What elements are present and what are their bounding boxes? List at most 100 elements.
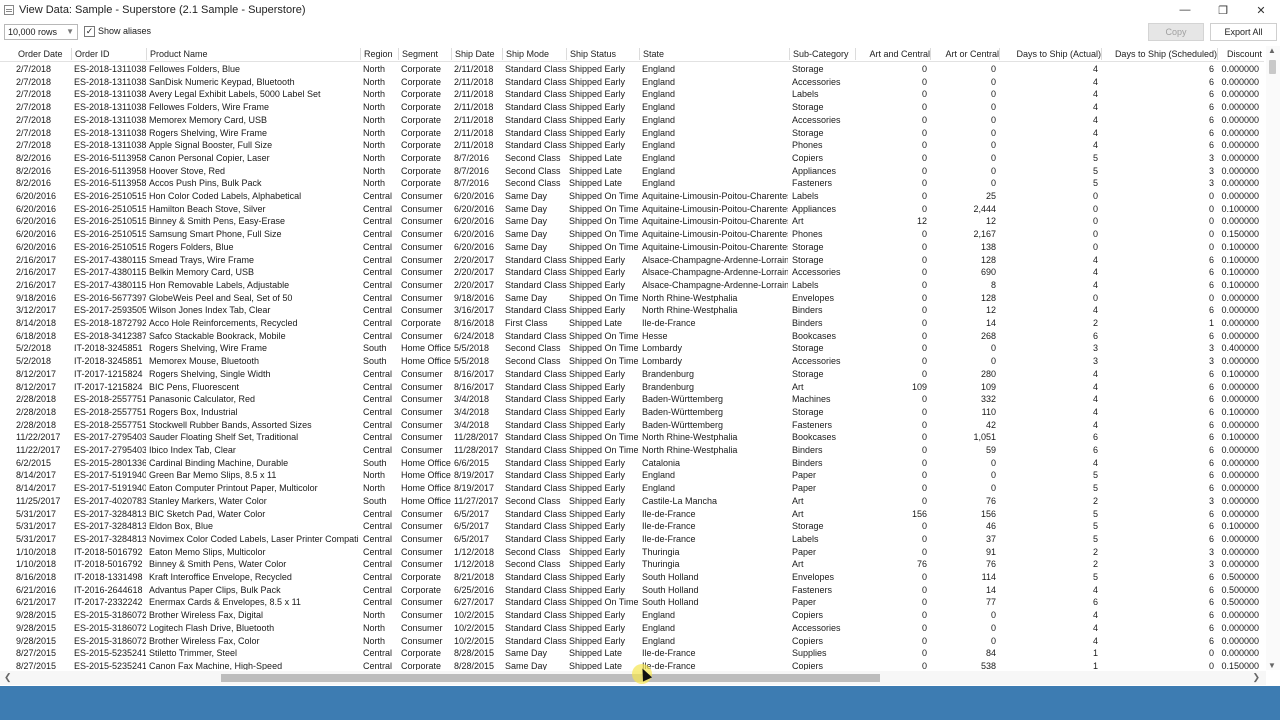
table-row[interactable]: 6/20/2016 ES-2016-2510515 Hamilton Beach S… [0,203,1264,216]
column-header-art-or-central[interactable]: Art or Central [930,48,999,60]
column-header-ship-status[interactable]: Ship Status [566,48,638,60]
cell-ship-mode: Standard Class [505,394,567,405]
column-header-order-date[interactable]: Order Date [18,48,74,60]
column-header-days-scheduled[interactable]: Days to Ship (Scheduled) [1101,48,1217,60]
column-header-state[interactable]: State [639,48,788,60]
table-row[interactable]: 11/22/2017 ES-2017-2795403 Sauder Floating… [0,431,1264,444]
table-row[interactable]: 2/7/2018 ES-2018-1311038 Fellowes Folders,… [0,63,1264,76]
close-button[interactable]: ✕ [1242,0,1280,20]
table-row[interactable]: 2/16/2017 ES-2017-4380115 Belkin Memory Ca… [0,266,1264,279]
column-header-product-name[interactable]: Product Name [146,48,359,60]
title-bar: View Data: Sample - Superstore (2.1 Samp… [0,0,1280,20]
cell-region: North [363,140,386,151]
show-aliases-label[interactable]: Show aliases [98,26,151,36]
table-row[interactable]: 8/2/2016 ES-2016-5113958 Canon Personal Co… [0,152,1264,165]
table-row[interactable]: 8/12/2017 IT-2017-1215824 BIC Pens, Fluore… [0,381,1264,394]
cell-art-or-central: 0 [990,343,996,354]
column-header-ship-mode[interactable]: Ship Mode [502,48,567,60]
table-row[interactable]: 1/10/2018 IT-2018-5016792 Eaton Memo Slips… [0,546,1264,559]
table-row[interactable]: 5/31/2017 ES-2017-3284813 Novimex Color Co… [0,533,1264,546]
cell-discount: 0.000000 [1221,470,1259,481]
table-row[interactable]: 6/20/2016 ES-2016-2510515 Hon Color Coded … [0,190,1264,203]
table-row[interactable]: 6/20/2016 ES-2016-2510515 Binney & Smith P… [0,215,1264,228]
cell-art-and-central: 0 [921,533,927,544]
table-row[interactable]: 8/27/2015 ES-2015-5235241 Stiletto Trimmer… [0,647,1264,660]
rows-count-dropdown[interactable]: 10,000 rows ▼ [4,24,78,40]
cell-sub-category: Fasteners [792,178,833,189]
cell-art-or-central: 25 [985,191,996,201]
cell-state: England [642,470,676,481]
table-row[interactable]: 9/28/2015 ES-2015-3186072 Logitech Flash D… [0,622,1264,635]
column-header-ship-date[interactable]: Ship Date [451,48,502,60]
column-header-segment[interactable]: Segment [398,48,451,60]
cell-segment: Corporate [401,114,442,125]
vertical-scroll-thumb[interactable] [1269,60,1276,74]
table-row[interactable]: 2/16/2017 ES-2017-4380115 Smead Trays, Wir… [0,254,1264,267]
cell-days-actual: 4 [1092,279,1098,290]
table-row[interactable]: 2/7/2018 ES-2018-1311038 Memorex Memory Ca… [0,114,1264,127]
column-header-discount[interactable]: Discount [1217,48,1262,60]
cell-ship-status: Shipped Early [569,267,626,278]
column-header-art-and-central[interactable]: Art and Central [855,48,930,60]
table-row[interactable]: 2/28/2018 ES-2018-2557751 Rogers Box, Indu… [0,406,1264,419]
table-row[interactable]: 9/18/2016 ES-2016-5677397 GlobeWeis Peel a… [0,292,1264,305]
arrow-up-icon[interactable]: ▲ [1268,46,1276,55]
table-row[interactable]: 5/31/2017 ES-2017-3284813 BIC Sketch Pad, … [0,508,1264,521]
export-all-button[interactable]: Export All [1210,23,1277,41]
table-row[interactable]: 6/2/2015 ES-2015-2801336 Cardinal Binding … [0,457,1264,470]
arrow-down-icon[interactable]: ▼ [1268,661,1276,670]
table-row[interactable]: 2/7/2018 ES-2018-1311038 Rogers Shelving, … [0,127,1264,140]
table-row[interactable]: 2/7/2018 ES-2018-1311038 Apple Signal Boos… [0,139,1264,152]
cell-product-name: Safco Stackable Bookrack, Mobile [149,330,286,341]
table-row[interactable]: 2/7/2018 ES-2018-1311038 SanDisk Numeric K… [0,76,1264,89]
table-row[interactable]: 2/7/2018 ES-2018-1311038 Avery Legal Exhib… [0,88,1264,101]
table-row[interactable]: 1/10/2018 IT-2018-5016792 Binney & Smith P… [0,558,1264,571]
table-row[interactable]: 2/28/2018 ES-2018-2557751 Panasonic Calcul… [0,393,1264,406]
table-row[interactable]: 11/22/2017 ES-2017-2795403 Ibico Index Tab… [0,444,1264,457]
table-row[interactable]: 6/20/2016 ES-2016-2510515 Rogers Folders, … [0,241,1264,254]
table-row[interactable]: 5/31/2017 ES-2017-3284813 Eldon Box, Blue C… [0,520,1264,533]
column-header-sub-category[interactable]: Sub-Category [789,48,852,60]
table-row[interactable]: 5/2/2018 IT-2018-3245851 Memorex Mouse, Bl… [0,355,1264,368]
table-row[interactable]: 2/28/2018 ES-2018-2557751 Stockwell Rubber… [0,419,1264,432]
table-row[interactable]: 8/2/2016 ES-2016-5113958 Accos Push Pins, … [0,177,1264,190]
table-row[interactable]: 8/14/2017 ES-2017-5191940 Eaton Computer P… [0,482,1264,495]
table-row[interactable]: 9/28/2015 ES-2015-3186072 Brother Wireless… [0,609,1264,622]
horizontal-scroll-thumb[interactable] [221,674,880,682]
copy-button[interactable]: Copy [1148,23,1204,41]
table-row[interactable]: 8/14/2018 ES-2018-1872792 Acco Hole Reinfo… [0,317,1264,330]
cell-days-actual: 5 [1092,178,1098,189]
cell-days-actual: 4 [1092,381,1098,392]
restore-button[interactable]: ❐ [1204,0,1242,20]
column-header-order-id[interactable]: Order ID [71,48,146,60]
cell-order-id: IT-2018-1331498 [74,572,143,582]
table-row[interactable]: 3/12/2017 ES-2017-2593505 Wilson Jones Ind… [0,304,1264,317]
cell-order-id: ES-2017-4380115 [74,254,146,265]
table-row[interactable]: 6/20/2016 ES-2016-2510515 Samsung Smart Ph… [0,228,1264,241]
cell-product-name: Avery Legal Exhibit Labels, 5000 Label S… [149,89,321,100]
table-row[interactable]: 9/28/2015 ES-2015-3186072 Brother Wireless… [0,635,1264,648]
table-row[interactable]: 11/25/2017 ES-2017-4020783 Stanley Markers… [0,495,1264,508]
table-row[interactable]: 2/7/2018 ES-2018-1311038 Fellowes Folders,… [0,101,1264,114]
table-row[interactable]: 8/16/2018 IT-2018-1331498 Kraft Interoffic… [0,571,1264,584]
vertical-scrollbar[interactable]: ▲ ▼ [1266,46,1280,670]
column-header-region[interactable]: Region [360,48,398,60]
arrow-right-icon[interactable]: ❯ [1252,672,1260,683]
table-row[interactable]: 6/21/2017 IT-2017-2332242 Enermax Cards & … [0,596,1264,609]
table-row[interactable]: 8/12/2017 IT-2017-1215824 Rogers Shelving,… [0,368,1264,381]
table-row[interactable]: 5/2/2018 IT-2018-3245851 Rogers Shelving, … [0,342,1264,355]
table-row[interactable]: 8/2/2016 ES-2016-5113958 Hoover Stove, Red… [0,165,1264,178]
minimize-button[interactable]: — [1166,0,1204,20]
show-aliases-checkbox[interactable]: ✓ [84,26,95,37]
table-row[interactable]: 6/18/2018 ES-2018-3412387 Safco Stackable … [0,330,1264,343]
cell-product-name: Brother Wireless Fax, Digital [149,610,264,621]
data-grid[interactable]: Order Date Order ID Product Name Region Segm… [0,46,1264,670]
cell-product-name: Hon Color Coded Labels, Alphabetical [149,191,302,201]
table-row[interactable]: 6/21/2016 IT-2016-2644618 Advantus Paper C… [0,584,1264,597]
cell-product-name: Rogers Folders, Blue [149,241,234,252]
table-row[interactable]: 8/14/2017 ES-2017-5191940 Green Bar Memo S… [0,469,1264,482]
arrow-left-icon[interactable]: ❮ [4,672,12,683]
table-row[interactable]: 2/16/2017 ES-2017-4380115 Hon Removable La… [0,279,1264,292]
table-row[interactable]: 8/27/2015 ES-2015-5235241 Canon Fax Machin… [0,660,1264,670]
column-header-days-actual[interactable]: Days to Ship (Actual) [999,48,1101,60]
